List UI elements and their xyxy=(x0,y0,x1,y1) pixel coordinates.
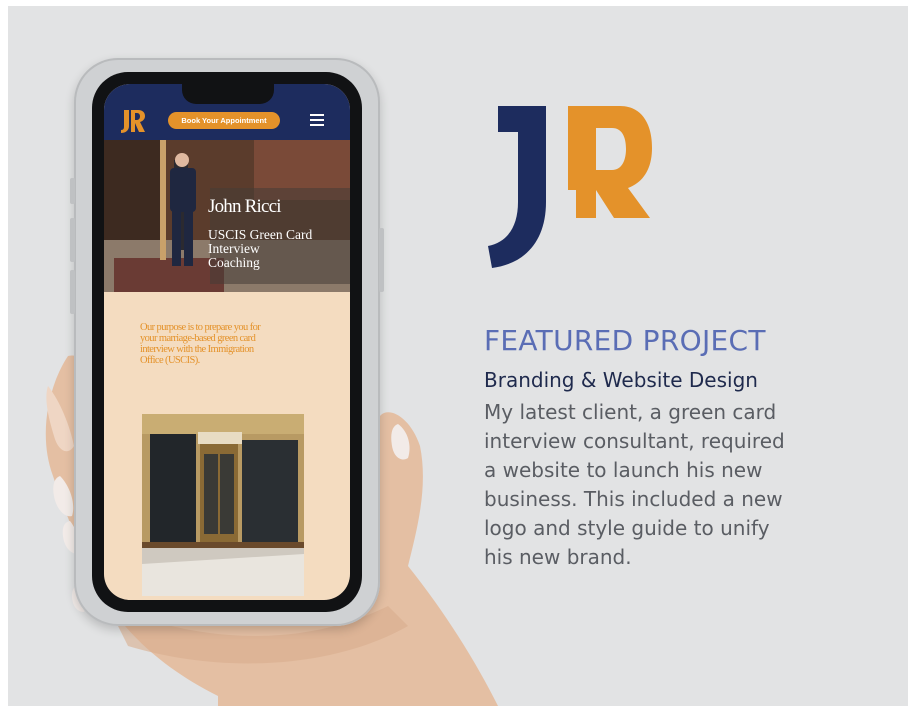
phone-side-button xyxy=(70,178,75,204)
phone-mockup: Book Your Appointment John Ricci USCIS G… xyxy=(70,58,384,626)
description-line: a website to launch his new xyxy=(484,458,763,482)
purpose-text: Our purpose is to prepare you for your m… xyxy=(140,322,320,366)
site-logo[interactable] xyxy=(118,108,146,134)
featured-project-heading: FEATURED PROJECT xyxy=(484,324,766,357)
phone-notch xyxy=(182,84,274,104)
hero-subtitle-line: Interview xyxy=(208,241,260,256)
project-title: Branding & Website Design xyxy=(484,368,758,392)
phone-bezel: Book Your Appointment John Ricci USCIS G… xyxy=(92,72,362,612)
jr-logo xyxy=(488,106,652,268)
description-line: My latest client, a green card xyxy=(484,400,777,424)
description-line: interview consultant, required xyxy=(484,429,785,453)
phone-side-button xyxy=(70,270,75,314)
phone-screen: Book Your Appointment John Ricci USCIS G… xyxy=(104,84,350,600)
hero-subtitle-line: USCIS Green Card xyxy=(208,227,313,242)
showcase-panel: Book Your Appointment John Ricci USCIS G… xyxy=(8,6,908,706)
phone-side-button xyxy=(379,228,384,292)
purpose-line: your marriage-based green card xyxy=(140,333,256,344)
hero-subtitle: USCIS Green Card Interview Coaching xyxy=(208,228,338,270)
book-appointment-button[interactable]: Book Your Appointment xyxy=(168,112,280,129)
phone-side-button xyxy=(70,218,75,262)
description-line: logo and style guide to unify xyxy=(484,516,770,540)
hamburger-menu-icon[interactable] xyxy=(310,114,324,126)
purpose-line: interview with the Immigration xyxy=(140,344,254,355)
purpose-line: Office (USCIS). xyxy=(140,355,200,366)
hero-subtitle-line: Coaching xyxy=(208,255,260,270)
office-storefront-photo xyxy=(142,414,304,596)
purpose-line: Our purpose is to prepare you for xyxy=(140,322,261,333)
description-line: business. This included a new xyxy=(484,487,783,511)
description-line: his new brand. xyxy=(484,545,632,569)
project-description: My latest client, a green card interview… xyxy=(484,398,874,572)
hero-section: John Ricci USCIS Green Card Interview Co… xyxy=(104,140,350,292)
hero-name: John Ricci xyxy=(208,196,282,217)
